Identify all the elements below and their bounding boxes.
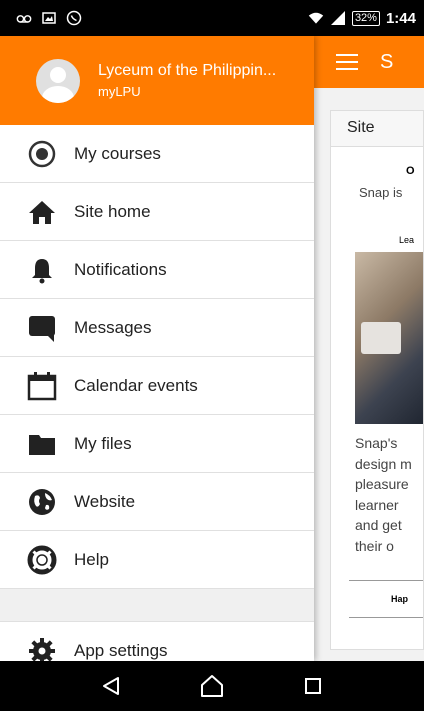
menu-item-website[interactable]: Website — [0, 473, 314, 531]
home-icon[interactable] — [192, 666, 232, 706]
site-tab[interactable]: Site — [331, 111, 423, 147]
menu-item-label: Notifications — [74, 259, 167, 279]
lifebuoy-icon — [27, 545, 57, 575]
menu-item-label: Messages — [74, 317, 152, 337]
menu-item-label: Website — [74, 491, 136, 511]
menu-item-label: Site home — [74, 201, 151, 221]
recents-icon[interactable] — [293, 666, 333, 706]
wifi-icon — [308, 10, 324, 26]
menu-item-notifications[interactable]: Notifications — [0, 241, 314, 299]
menu-item-label: Calendar events — [74, 375, 198, 395]
my-courses-icon — [27, 139, 57, 169]
site-name: Lyceum of the Philippin... — [98, 62, 277, 79]
status-bar: 32% 1:44 — [0, 0, 424, 36]
menu-item-label: App settings — [74, 640, 168, 660]
menu-item-my-courses[interactable]: My courses — [0, 125, 314, 183]
back-icon[interactable] — [91, 666, 131, 706]
globe-icon — [27, 487, 57, 517]
navigation-drawer: Lyceum of the Philippin... myLPU My cour… — [0, 36, 314, 661]
card-heading: O — [406, 165, 415, 177]
navigation-bar — [0, 661, 424, 711]
card-paragraph: Snap's design m pleasure learner and get… — [355, 435, 412, 554]
message-icon — [27, 313, 57, 343]
image-icon — [41, 10, 57, 26]
avatar — [36, 58, 80, 103]
home-icon — [27, 197, 57, 227]
menu-item-help[interactable]: Help — [0, 531, 314, 589]
clock: 1:44 — [385, 9, 416, 27]
site-subtitle: myLPU — [98, 84, 141, 99]
menu-icon[interactable] — [336, 54, 358, 70]
calendar-icon — [27, 371, 57, 401]
menu-section-divider — [0, 589, 314, 622]
menu-item-label: My files — [74, 433, 132, 453]
menu-item-messages[interactable]: Messages — [0, 299, 314, 357]
card-intro: Snap is — [359, 185, 403, 200]
divider — [349, 617, 423, 618]
card-footer: Hap — [391, 594, 409, 604]
bell-icon — [27, 255, 57, 285]
folder-icon — [27, 429, 57, 459]
menu-item-my-files[interactable]: My files — [0, 415, 314, 473]
drawer-header[interactable]: Lyceum of the Philippin... myLPU — [0, 36, 314, 125]
laptop-image — [361, 322, 401, 354]
whatsapp-icon — [66, 10, 82, 26]
menu-item-label: Help — [74, 549, 109, 569]
menu-item-site-home[interactable]: Site home — [0, 183, 314, 241]
card-photo — [355, 252, 423, 424]
divider — [349, 580, 423, 581]
battery-icon: 32% — [351, 10, 380, 26]
site-card: Site O Snap is Lea Snap's design m pleas… — [330, 110, 424, 650]
menu-item-label: My courses — [74, 143, 161, 163]
menu-item-app-settings[interactable]: App settings — [0, 622, 314, 661]
signal-icon — [330, 10, 346, 26]
app-bar: S — [314, 36, 424, 88]
gear-icon — [27, 636, 57, 661]
menu-item-calendar-events[interactable]: Calendar events — [0, 357, 314, 415]
card-caption: Lea — [399, 235, 415, 245]
app-title: S — [380, 50, 394, 73]
voicemail-icon — [16, 10, 32, 26]
